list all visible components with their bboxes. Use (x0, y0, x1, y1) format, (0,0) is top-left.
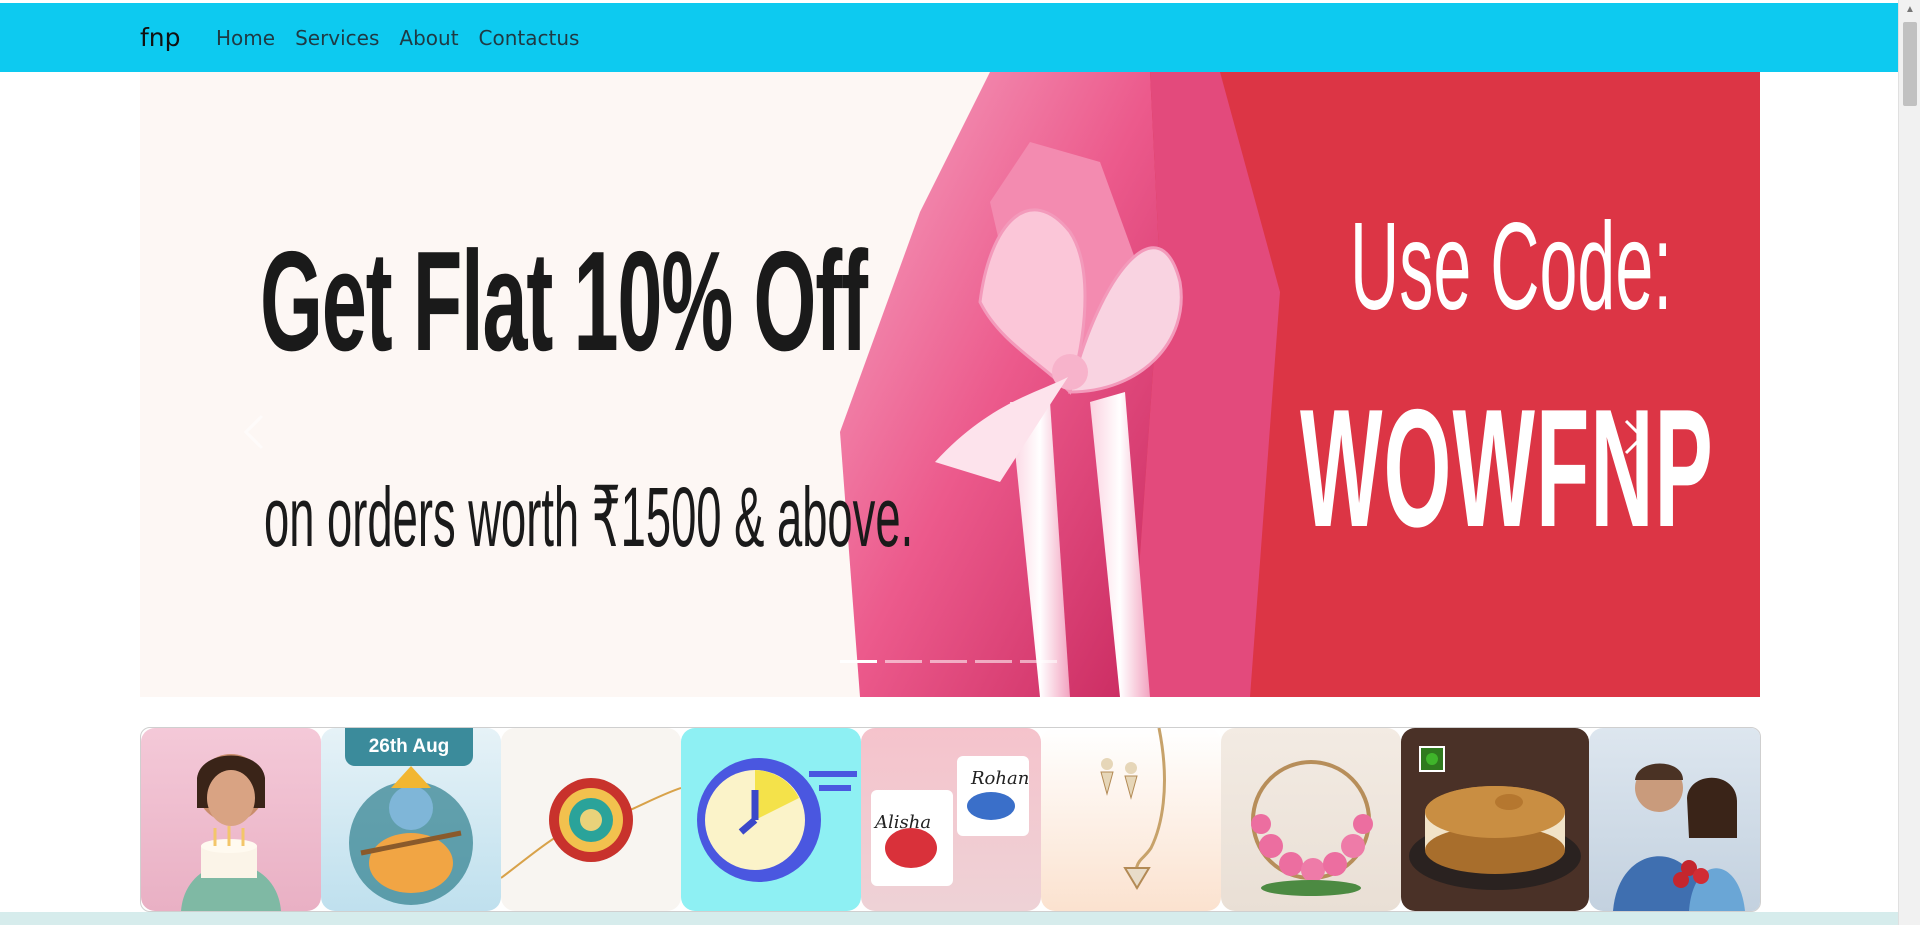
brand-logo[interactable]: fnp (140, 3, 181, 72)
nav-home[interactable]: Home (206, 26, 285, 50)
chevron-right-icon (1624, 419, 1645, 455)
nav-services[interactable]: Services (285, 26, 389, 50)
mugs-image: Rohan Alisha (871, 756, 1029, 886)
promo-headline: Get Flat 10% Off (260, 222, 868, 381)
category-tile-birthday[interactable] (141, 728, 321, 911)
promo-subline: on orders worth ₹1500 & above. (264, 470, 914, 564)
rakhi-image (501, 778, 681, 879)
carousel-indicator-2[interactable] (885, 660, 922, 663)
scroll-up-arrow-icon[interactable]: ▲ (1899, 4, 1920, 20)
category-tile-rakhi[interactable] (501, 728, 681, 911)
bottom-bar (0, 912, 1898, 925)
page-scrollbar[interactable]: ▲ (1898, 0, 1920, 925)
promo-code-label: Use Code: (1350, 198, 1673, 336)
svg-text:Rohan: Rohan (970, 768, 1029, 789)
svg-text:Alisha: Alisha (873, 812, 931, 833)
category-tile-cakes[interactable] (1401, 728, 1589, 911)
carousel-indicators (840, 660, 1057, 663)
category-strip: 26th Aug Rohan Alisha (140, 727, 1761, 912)
carousel-indicator-3[interactable] (930, 660, 967, 663)
nav-about[interactable]: About (389, 26, 468, 50)
promo-code-value: WOWFNP (1300, 374, 1714, 562)
flowers-image (1251, 760, 1373, 896)
category-tile-jewellery[interactable] (1041, 728, 1221, 911)
veg-mark-icon (1419, 746, 1445, 772)
carousel-next-button[interactable] (1618, 417, 1658, 467)
birthday-cake-image (181, 754, 281, 911)
gift-box-image (840, 72, 1280, 697)
category-tile-same-day[interactable] (681, 728, 861, 911)
couple-image (1613, 763, 1745, 911)
carousel-indicator-4[interactable] (975, 660, 1012, 663)
category-tile-janmashtami[interactable]: 26th Aug (321, 728, 501, 911)
hero-carousel: Get Flat 10% Off on orders worth ₹1500 &… (140, 72, 1760, 697)
category-tile-flowers[interactable] (1221, 728, 1401, 911)
clock-icon (697, 758, 857, 882)
category-tile-personalised[interactable]: Rohan Alisha (861, 728, 1041, 911)
carousel-indicator-1[interactable] (840, 660, 877, 663)
nav-links: Home Services About Contactus (206, 3, 589, 72)
scrollbar-thumb[interactable] (1903, 22, 1917, 106)
carousel-indicator-5[interactable] (1020, 660, 1057, 663)
category-tile-anniversary[interactable] (1589, 728, 1760, 911)
chevron-left-icon (243, 414, 264, 450)
nav-contactus[interactable]: Contactus (469, 26, 590, 50)
jewellery-image (1100, 728, 1166, 890)
carousel-prev-button[interactable] (240, 412, 280, 462)
date-badge: 26th Aug (345, 728, 473, 766)
navbar: fnp Home Services About Contactus (0, 3, 1898, 72)
